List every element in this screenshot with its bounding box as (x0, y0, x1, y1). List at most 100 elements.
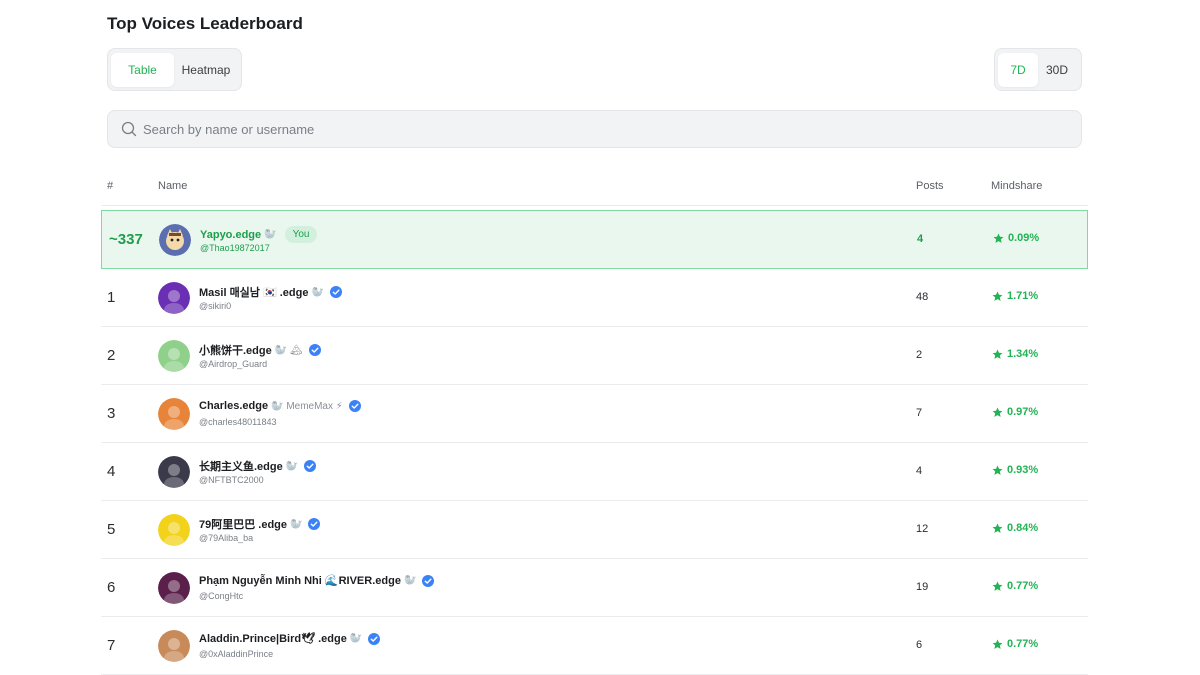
mindshare-value: 0.97% (992, 406, 1038, 418)
name-emoji: 🦭 (264, 229, 277, 240)
table-header: # Name Posts Mindshare (101, 167, 1088, 206)
mindshare-value: 0.77% (992, 638, 1038, 650)
username: @sikiri0 (199, 301, 232, 311)
posts-count: 19 (916, 581, 929, 593)
username: @CongHtc (199, 591, 244, 601)
avatar[interactable] (159, 224, 191, 256)
search-input[interactable] (143, 121, 1043, 137)
posts-count: 4 (917, 233, 924, 245)
table-row[interactable]: 7 Aladdin.Prince|Bird🕊 .edge 🦭 @0xAladdi… (101, 617, 1088, 675)
table-row[interactable]: 2 小熊饼干.edge 🦭 🏔 @Airdrop_Guard 2 1.34% (101, 327, 1088, 385)
mindshare-value: 0.93% (992, 464, 1038, 476)
posts-count: 48 (916, 291, 929, 303)
view-toggle: Table Heatmap (107, 48, 242, 91)
you-badge: You (284, 226, 318, 243)
username: @Airdrop_Guard (199, 359, 268, 369)
name-emoji: 🦭 (311, 286, 324, 298)
verified-check-icon (348, 400, 361, 412)
range-7d-button[interactable]: 7D (998, 52, 1038, 87)
username: @charles48011843 (199, 417, 277, 427)
search-icon (121, 121, 137, 137)
current-user-row[interactable]: ~337 Yapyo.edge 🦭 You @Thao19872017 4 0.… (101, 210, 1088, 269)
header-name[interactable]: Name (158, 180, 187, 192)
star-icon (992, 291, 1003, 301)
name-emoji: 🦭 (290, 518, 303, 530)
star-icon (992, 581, 1003, 591)
table-row[interactable]: 6 Phạm Nguyễn Minh Nhi 🌊RIVER.edge 🦭 @Co… (101, 559, 1088, 617)
mindshare-text: 0.09% (1008, 232, 1040, 244)
mindshare-value: 1.34% (992, 348, 1038, 360)
mindshare-text: 1.71% (1007, 290, 1039, 302)
avatar[interactable] (158, 514, 190, 546)
display-name[interactable]: Charles.edge (199, 400, 268, 412)
mindshare-text: 1.34% (1007, 348, 1039, 360)
range-toggle: 7D 30D (994, 48, 1082, 91)
row-rank: ~337 (109, 231, 143, 248)
username: @0xAladdinPrince (199, 649, 274, 659)
display-name[interactable]: Masil 매실남 🇰🇷 .edge (199, 284, 308, 300)
avatar[interactable] (158, 456, 190, 488)
verified-check-icon (422, 574, 435, 587)
star-icon (992, 639, 1003, 649)
mindshare-text: 0.93% (1007, 464, 1039, 476)
header-rank: # (107, 180, 114, 192)
display-name[interactable]: Phạm Nguyễn Minh Nhi 🌊RIVER.edge (199, 574, 401, 587)
header-mindshare[interactable]: Mindshare (991, 180, 1042, 192)
display-name[interactable]: 长期主义鱼.edge (199, 458, 283, 474)
verified-check-icon (368, 632, 381, 645)
display-name[interactable]: Yapyo.edge (200, 229, 261, 241)
row-rank: 3 (107, 405, 116, 422)
header-posts[interactable]: Posts (916, 180, 944, 192)
posts-count: 12 (916, 523, 929, 535)
row-rank: 1 (107, 289, 116, 306)
avatar[interactable] (158, 282, 190, 314)
row-rank: 7 (107, 637, 116, 654)
mindshare-value: 0.84% (992, 522, 1038, 534)
table-row[interactable]: 1 Masil 매실남 🇰🇷 .edge 🦭 @sikiri0 48 1.71% (101, 269, 1088, 327)
star-icon (992, 349, 1003, 359)
mindshare-value: 0.09% (993, 232, 1039, 244)
name-emoji: 🦭 🏔 (274, 344, 303, 356)
table-row[interactable]: 4 长期主义鱼.edge 🦭 @NFTBTC2000 4 0.93% (101, 443, 1088, 501)
range-30d-button[interactable]: 30D (1038, 53, 1076, 87)
row-rank: 2 (107, 347, 116, 364)
star-icon (992, 523, 1003, 533)
mindshare-value: 0.77% (992, 580, 1038, 592)
tab-heatmap[interactable]: Heatmap (174, 53, 238, 87)
mindshare-text: 0.77% (1007, 638, 1039, 650)
mindshare-value: 1.71% (992, 290, 1038, 302)
verified-check-icon (329, 286, 342, 298)
row-rank: 4 (107, 463, 116, 480)
display-name[interactable]: 79阿里巴巴 .edge (199, 516, 287, 532)
tab-table[interactable]: Table (111, 52, 174, 87)
avatar[interactable] (158, 572, 190, 604)
avatar[interactable] (158, 630, 190, 662)
display-name[interactable]: Aladdin.Prince|Bird🕊 .edge (199, 632, 347, 645)
row-rank: 6 (107, 579, 116, 596)
posts-count: 2 (916, 349, 923, 361)
search-bar[interactable] (107, 110, 1082, 148)
page-title: Top Voices Leaderboard (107, 14, 303, 33)
name-emoji: 🦭 (349, 633, 363, 644)
verified-check-icon (308, 344, 321, 356)
name-emoji: 🦭 (403, 575, 417, 586)
username: @NFTBTC2000 (199, 475, 264, 485)
verified-check-icon (308, 518, 321, 530)
star-icon (993, 233, 1004, 243)
posts-count: 6 (916, 639, 923, 651)
mindshare-text: 0.77% (1007, 580, 1039, 592)
row-rank: 5 (107, 521, 116, 538)
name-emoji: 🦭 (285, 460, 299, 472)
table-row[interactable]: 5 79阿里巴巴 .edge 🦭 @79Aliba_ba 12 0.84% (101, 501, 1088, 559)
leaderboard-rows: ~337 Yapyo.edge 🦭 You @Thao19872017 4 0.… (101, 210, 1088, 675)
posts-count: 4 (916, 465, 923, 477)
posts-count: 7 (916, 407, 923, 419)
username: @Thao19872017 (200, 243, 270, 253)
display-name[interactable]: 小熊饼干.edge (199, 342, 272, 358)
avatar[interactable] (158, 398, 190, 430)
star-icon (992, 407, 1003, 417)
avatar[interactable] (158, 340, 190, 372)
mindshare-text: 0.97% (1007, 406, 1039, 418)
table-row[interactable]: 3 Charles.edge 🦭 MemeMax ⚡ @charles48011… (101, 385, 1088, 443)
star-icon (992, 465, 1003, 475)
